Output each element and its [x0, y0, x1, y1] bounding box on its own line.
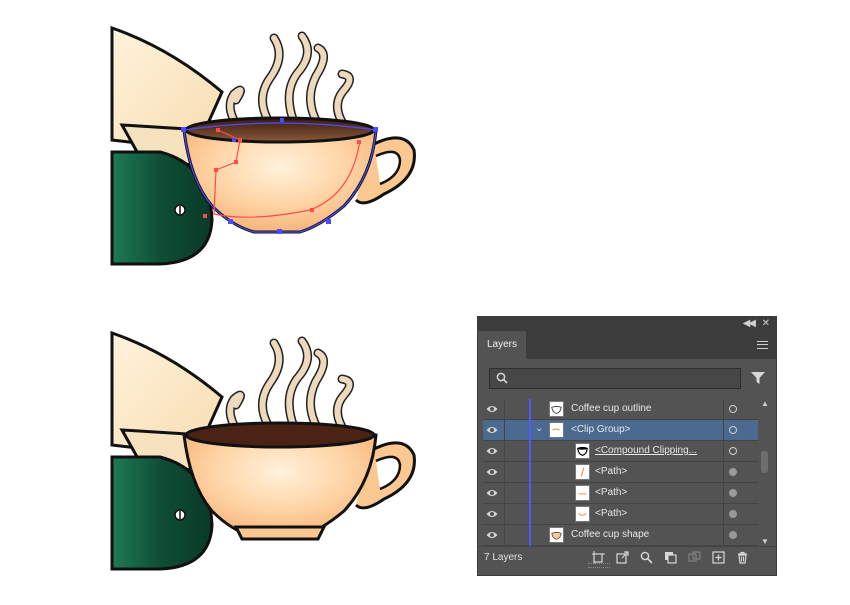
- panel-footer: 7 Layers: [478, 546, 776, 569]
- layer-row[interactable]: <Path>: [483, 504, 758, 525]
- layer-color-indicator: [529, 504, 531, 525]
- column-divider: [723, 441, 724, 462]
- visibility-eye-icon[interactable]: [486, 425, 498, 435]
- layer-row[interactable]: <Compound Clipping...: [483, 441, 758, 462]
- trash-icon[interactable]: [736, 551, 749, 564]
- layer-row[interactable]: Coffee cup shape: [483, 525, 758, 546]
- column-divider: [723, 525, 724, 546]
- panel-menu-icon[interactable]: [757, 341, 768, 349]
- lock-toggle[interactable]: [504, 441, 505, 462]
- filter-icon[interactable]: [750, 371, 766, 385]
- coffee-surface: [184, 421, 376, 449]
- tab-layers[interactable]: Layers: [478, 331, 526, 359]
- visibility-eye-icon[interactable]: [486, 509, 498, 519]
- target-circle-icon[interactable]: [729, 426, 737, 434]
- target-circle-icon[interactable]: [729, 468, 737, 476]
- collapse-panel-icon[interactable]: ◀◀: [743, 318, 756, 330]
- lock-toggle[interactable]: [504, 483, 505, 504]
- chevron-down-icon[interactable]: ⌄: [535, 423, 543, 434]
- layer-name[interactable]: Coffee cup shape: [571, 529, 649, 540]
- layers-count: 7 Layers: [484, 552, 523, 563]
- layers-scrollbar[interactable]: ▲ ▼: [759, 399, 771, 546]
- layer-name[interactable]: <Path>: [595, 487, 627, 498]
- layer-color-indicator: [529, 462, 531, 483]
- column-divider: [723, 399, 724, 420]
- column-divider: [723, 483, 724, 504]
- layer-thumbnail: [549, 422, 564, 438]
- panel-tab-bar: Layers: [478, 331, 776, 359]
- visibility-eye-icon[interactable]: [486, 467, 498, 477]
- visibility-eye-icon[interactable]: [486, 404, 498, 414]
- column-divider: [723, 504, 724, 525]
- layer-color-indicator: [529, 420, 531, 441]
- cup-foot: [233, 525, 327, 541]
- layer-row[interactable]: <Path>: [483, 462, 758, 483]
- layer-color-indicator: [529, 441, 531, 462]
- layer-color-indicator: [529, 483, 531, 504]
- target-circle-icon[interactable]: [729, 447, 737, 455]
- layers-list: Coffee cup outline ⌄ <Clip Group> <Compound…: [483, 399, 758, 546]
- layer-name[interactable]: <Clip Group>: [571, 424, 630, 435]
- target-circle-icon[interactable]: [729, 531, 737, 539]
- lock-toggle[interactable]: [504, 399, 505, 420]
- scroll-down-icon[interactable]: ▼: [761, 537, 769, 546]
- close-icon[interactable]: ✕: [762, 318, 770, 330]
- target-circle-icon[interactable]: [729, 510, 737, 518]
- column-divider: [723, 462, 724, 483]
- steam: [225, 31, 354, 135]
- artwork-top-with-selection[interactable]: [0, 0, 480, 300]
- layer-thumbnail: [575, 485, 590, 501]
- layer-name[interactable]: Coffee cup outline: [571, 403, 651, 414]
- export-icon[interactable]: [616, 551, 629, 564]
- target-circle-icon[interactable]: [729, 405, 737, 413]
- steam: [225, 336, 354, 440]
- artwork-bottom-final[interactable]: [0, 305, 480, 605]
- scroll-up-icon[interactable]: ▲: [761, 399, 769, 408]
- lock-toggle[interactable]: [504, 525, 505, 546]
- make-clipping-mask-icon[interactable]: [664, 551, 677, 564]
- search-icon: [496, 372, 508, 384]
- search-box[interactable]: [489, 368, 741, 389]
- layer-thumbnail: [575, 464, 590, 480]
- visibility-eye-icon[interactable]: [486, 530, 498, 540]
- visibility-eye-icon[interactable]: [486, 446, 498, 456]
- layer-name[interactable]: <Compound Clipping...: [595, 445, 697, 456]
- lock-toggle[interactable]: [504, 504, 505, 525]
- layer-color-indicator: [529, 399, 531, 420]
- layer-name[interactable]: <Path>: [595, 508, 627, 519]
- search-input[interactable]: [514, 371, 738, 388]
- layer-thumbnail: [575, 506, 590, 522]
- lock-toggle[interactable]: [504, 420, 505, 441]
- layer-thumbnail: [575, 443, 590, 459]
- panel-resize-grip[interactable]: [588, 563, 610, 568]
- create-sublayer-icon: [688, 551, 701, 562]
- create-new-layer-icon[interactable]: [712, 551, 725, 564]
- target-circle-icon[interactable]: [729, 489, 737, 497]
- column-divider: [723, 420, 724, 441]
- lock-toggle[interactable]: [504, 462, 505, 483]
- layer-thumbnail: [549, 527, 564, 543]
- locate-object-icon[interactable]: [640, 551, 653, 564]
- layer-row[interactable]: <Path>: [483, 483, 758, 504]
- panel-title-bar: ◀◀ ✕: [478, 317, 776, 331]
- visibility-eye-icon[interactable]: [486, 488, 498, 498]
- layer-row[interactable]: Coffee cup outline: [483, 399, 758, 420]
- layer-color-indicator: [529, 525, 531, 546]
- layer-thumbnail: [549, 401, 564, 417]
- layer-name[interactable]: <Path>: [595, 466, 627, 477]
- scroll-thumb[interactable]: [761, 451, 768, 473]
- layer-row[interactable]: ⌄ <Clip Group>: [483, 420, 758, 441]
- layers-panel: ◀◀ ✕ Layers Coffee cup outline ⌄ <Clip Gro…: [477, 316, 777, 576]
- search-row: [478, 359, 776, 399]
